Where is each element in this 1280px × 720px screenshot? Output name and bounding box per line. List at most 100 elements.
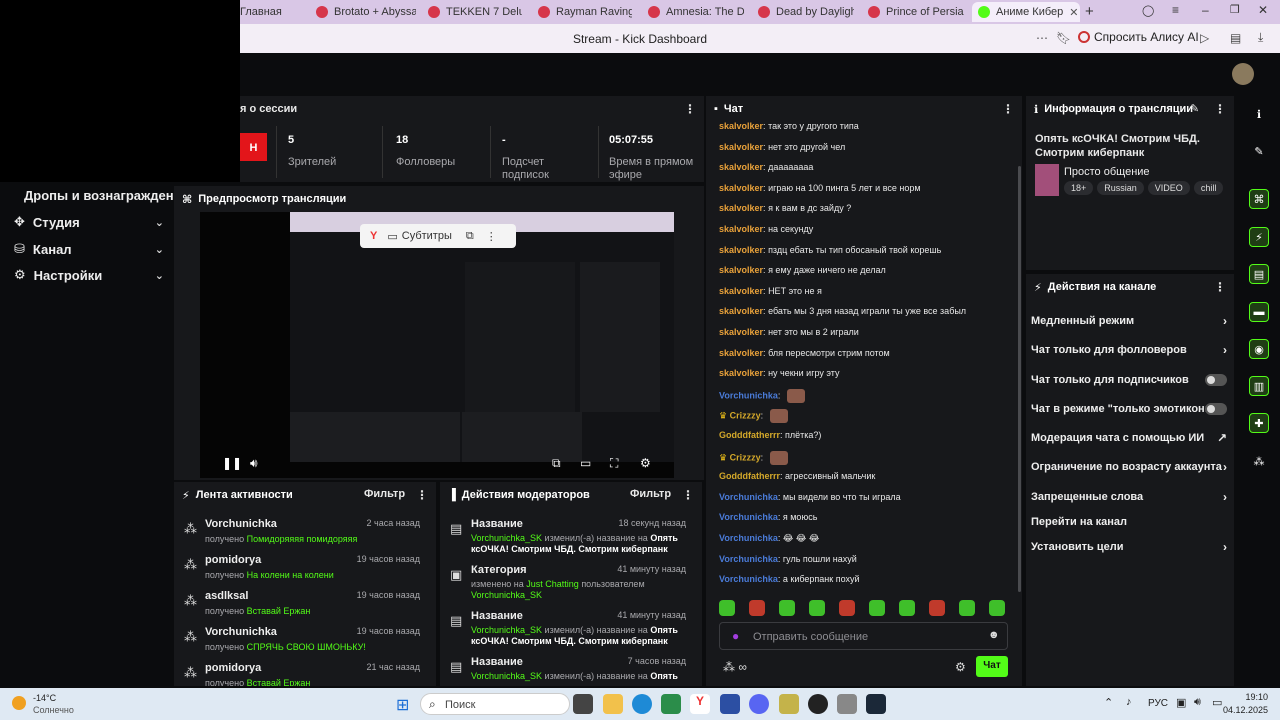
emote-button[interactable]	[989, 600, 1005, 616]
go-to-channel-item[interactable]: Перейти на канал	[1031, 516, 1227, 528]
lightning-icon[interactable]: ⚡︎	[1249, 227, 1269, 247]
edge-icon[interactable]	[632, 694, 652, 714]
reader-icon[interactable]: ▤	[1230, 31, 1241, 45]
theater-icon[interactable]: ▭	[580, 456, 591, 470]
chat-username[interactable]: Godddfatherrr	[719, 471, 780, 481]
battery-icon[interactable]: ▭	[1212, 696, 1222, 709]
send-chat-button[interactable]: Чат	[976, 656, 1008, 677]
info-icon[interactable]: ℹ	[1249, 104, 1269, 124]
volume-icon[interactable]: 🔊︎	[1194, 696, 1201, 709]
tab-prince[interactable]: Prince of Persia: The	[868, 2, 964, 22]
folder-icon[interactable]	[603, 694, 623, 714]
obs-icon[interactable]	[808, 694, 828, 714]
mic-icon[interactable]: ●	[732, 629, 739, 643]
emote-button[interactable]	[749, 600, 765, 616]
chat-username[interactable]: skalvolker	[719, 327, 763, 337]
preview-icon[interactable]: ⌘	[1249, 189, 1269, 209]
tag-badge[interactable]: 18+	[1064, 181, 1094, 195]
broadcast-icon[interactable]: ◉	[1249, 339, 1269, 359]
scrollbar[interactable]	[1018, 166, 1021, 592]
more-vertical-icon[interactable]: ⋮	[1214, 102, 1226, 116]
chat-username[interactable]: skalvolker	[719, 224, 763, 234]
download-icon[interactable]: ⤓	[1258, 30, 1263, 45]
gear-icon[interactable]: ⚙	[640, 456, 651, 470]
sidebar-item-settings[interactable]: ⚙ Настройки ⌄	[14, 267, 164, 283]
alice-button[interactable]: Спросить Алису AI	[1078, 30, 1199, 44]
chat-username[interactable]: skalvolker	[719, 162, 763, 172]
language-indicator[interactable]: РУС	[1148, 698, 1168, 709]
emote-button[interactable]	[899, 600, 915, 616]
windows-start-icon[interactable]: ⊞	[396, 695, 409, 715]
slow-mode-item[interactable]: Медленный режим ›	[1031, 314, 1227, 328]
list-icon[interactable]: ▤	[1249, 264, 1269, 284]
layout-icon[interactable]: ▥	[1249, 376, 1269, 396]
subtitles-button[interactable]: Субтитры	[402, 230, 452, 242]
emote-button[interactable]	[869, 600, 885, 616]
more-vertical-icon[interactable]: ⋮	[416, 488, 428, 502]
banned-words-item[interactable]: Запрещенные слова ›	[1031, 490, 1227, 504]
sidebar-item-studio[interactable]: ✥ Студия ⌄	[14, 214, 164, 230]
subscribers-only-item[interactable]: Чат только для подписчиков	[1031, 374, 1227, 386]
chat-username[interactable]: skalvolker	[719, 245, 763, 255]
yandex-icon[interactable]: Y	[370, 230, 377, 242]
chat-username[interactable]: Vorchunichka	[719, 512, 778, 522]
avatar[interactable]	[1232, 63, 1254, 85]
users-icon[interactable]: ⁂ ∞	[723, 660, 747, 674]
tab-brotato[interactable]: Brotato + Abyssal Te	[316, 2, 416, 22]
yandex-browser-icon[interactable]: Y	[690, 694, 710, 714]
chat-username[interactable]: skalvolker	[719, 306, 763, 316]
tab-amnesia[interactable]: Amnesia: The Dark D	[648, 2, 744, 22]
filter-button[interactable]: Фильтр	[364, 488, 405, 500]
taskbar-search[interactable]: ⌕ Поиск	[420, 693, 570, 715]
chat-username[interactable]: skalvolker	[719, 265, 763, 275]
app-icon[interactable]	[720, 694, 740, 714]
edit-icon[interactable]: ✎	[1190, 102, 1199, 115]
emote-button[interactable]	[719, 600, 735, 616]
more-icon[interactable]: ⋯	[1036, 31, 1048, 45]
chat-username[interactable]: Crizzzy	[730, 411, 761, 421]
chat-username[interactable]: skalvolker	[719, 203, 763, 213]
chat-username[interactable]: Vorchunichka	[719, 554, 778, 564]
tag-badge[interactable]: chill	[1193, 181, 1224, 195]
mic-icon[interactable]: ♪	[1126, 696, 1132, 708]
age-restriction-item[interactable]: Ограничение по возрасту аккаунта ›	[1031, 460, 1227, 474]
tools-icon[interactable]: ✚	[1249, 413, 1269, 433]
emoji-icon[interactable]: ☻	[988, 629, 1000, 641]
tag-badge[interactable]: VIDEO	[1147, 181, 1190, 195]
tab-rayman[interactable]: Rayman Raving Rab	[538, 2, 632, 22]
discord-icon[interactable]	[749, 694, 769, 714]
emote-button[interactable]	[779, 600, 795, 616]
set-goals-item[interactable]: Установить цели ›	[1031, 540, 1227, 554]
chat-username[interactable]: skalvolker	[719, 368, 763, 378]
video-player[interactable]: Y ▭ Субтитры ⧉ ⋮ ❚❚ 🔊︎ ⧉ ▭ ⛶ ⚙	[200, 212, 674, 478]
menu-icon[interactable]: ≡	[1172, 3, 1179, 17]
more-vertical-icon[interactable]: ⋮	[1002, 102, 1014, 116]
chat-username[interactable]: Vorchunichka	[719, 492, 778, 502]
clock-date[interactable]: 04.12.2025	[1222, 705, 1268, 715]
app-icon[interactable]	[661, 694, 681, 714]
network-icon[interactable]: ▣	[1176, 696, 1186, 709]
more-vertical-icon[interactable]: ⋮	[684, 102, 696, 116]
close-icon[interactable]: ✕	[1069, 6, 1078, 19]
sidebar-drops[interactable]: Дропы и вознаграждение	[24, 188, 189, 203]
chat-username[interactable]: Vorchunichka	[719, 390, 778, 400]
sidebar-item-channel[interactable]: ⛁ Канал ⌄	[14, 241, 164, 257]
close-window-icon[interactable]: ✕	[1258, 3, 1268, 17]
tab-tekken[interactable]: TEKKEN 7 Deluxe Ed	[428, 2, 522, 22]
pip-icon[interactable]: ⧉	[552, 456, 561, 471]
chat-username[interactable]: Crizzzy	[730, 452, 761, 462]
maximize-icon[interactable]: ❐	[1230, 3, 1240, 16]
filter-button[interactable]: Фильтр	[630, 488, 671, 500]
chat-username[interactable]: skalvolker	[719, 121, 763, 131]
gear-icon[interactable]: ⚙	[955, 660, 966, 674]
emote-button[interactable]	[809, 600, 825, 616]
users-icon[interactable]: ⁂	[1249, 451, 1269, 471]
bookmark-icon[interactable]: 🔖︎	[1056, 31, 1071, 45]
volume-icon[interactable]: 🔊︎	[250, 456, 258, 471]
app-icon[interactable]	[779, 694, 799, 714]
pip-icon[interactable]: ⧉	[466, 230, 474, 243]
chevron-up-icon[interactable]: ⌃	[1104, 696, 1113, 709]
emote-only-item[interactable]: Чат в режиме "только эмотиконы"	[1031, 403, 1227, 415]
emote-only-toggle[interactable]	[1205, 403, 1227, 415]
tab-dbd[interactable]: Dead by Daylight ку	[758, 2, 854, 22]
